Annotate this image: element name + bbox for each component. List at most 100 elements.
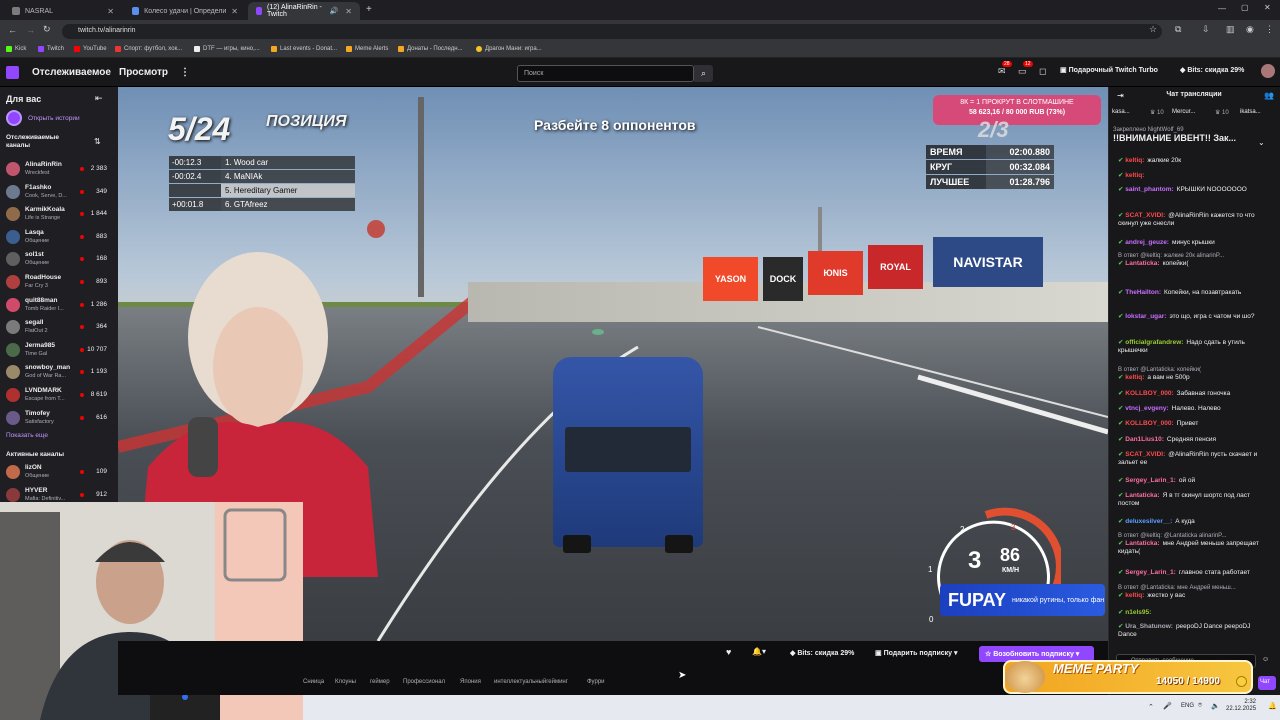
stream-tag[interactable]: Фурри bbox=[587, 679, 605, 685]
new-tab-icon[interactable]: + bbox=[366, 4, 372, 15]
chat-username[interactable]: Sergey_Larin_1: bbox=[1125, 569, 1176, 576]
notification-bell-icon[interactable]: 🔔▾ bbox=[752, 647, 766, 656]
chat-message[interactable]: В ответ @Lantaticka: мне Андрей меньш...… bbox=[1118, 584, 1266, 600]
profile-icon[interactable]: ◉ bbox=[1246, 24, 1254, 35]
chat-username[interactable]: andrej_geuze: bbox=[1125, 239, 1169, 246]
bits-button[interactable]: ◆ Bits: скидка 29% bbox=[1180, 66, 1244, 74]
mic-icon[interactable]: 🎤 bbox=[1163, 702, 1172, 710]
chat-username[interactable]: keltiq: bbox=[1125, 172, 1144, 179]
browser-tab-twitch[interactable]: (12) AlinaRinRin - Twitch 🔊 ✕ bbox=[248, 2, 360, 20]
chat-username[interactable]: SCAT_XVIDI: bbox=[1125, 451, 1165, 458]
chat-username[interactable]: deluxesilver__: bbox=[1125, 518, 1172, 525]
twitch-logo-icon[interactable] bbox=[6, 66, 19, 79]
close-tab-icon[interactable]: ✕ bbox=[107, 7, 114, 16]
nav-following[interactable]: Отслеживаемое bbox=[32, 67, 111, 78]
chat-username[interactable]: Sergey_Larin_1: bbox=[1125, 477, 1176, 484]
reload-icon[interactable]: ↻ bbox=[43, 24, 51, 35]
network-icon[interactable]: ⌾ bbox=[1198, 702, 1202, 710]
expand-pinned-icon[interactable]: ⌄ bbox=[1258, 138, 1265, 147]
notification-center-icon[interactable]: 🔔 bbox=[1268, 702, 1277, 710]
gifter[interactable]: kasa... bbox=[1112, 109, 1130, 115]
taskbar-clock[interactable]: 2:32 22.12.2025 bbox=[1226, 699, 1256, 713]
chat-message[interactable]: ✔ andrej_geuze: минус крышки bbox=[1118, 239, 1266, 247]
gift-sub-button[interactable]: ▣ Подарить подписку ▾ bbox=[875, 649, 958, 657]
search-input[interactable]: Поиск bbox=[517, 65, 694, 82]
close-window-icon[interactable]: ✕ bbox=[1264, 3, 1271, 12]
bookmark-donat[interactable]: Last events - Donat... bbox=[271, 46, 337, 52]
stream-tag[interactable]: Клоуны bbox=[335, 679, 356, 685]
audio-icon[interactable]: 🔊 bbox=[330, 7, 339, 15]
chat-message[interactable]: ✔ lokstar_ugar: это що, игра с чатом чи ш… bbox=[1118, 313, 1266, 321]
user-avatar[interactable] bbox=[1261, 64, 1275, 78]
chat-message[interactable]: ✔ keltiq: bbox=[1118, 172, 1266, 180]
sidepanel-icon[interactable]: ▥ bbox=[1226, 24, 1235, 35]
maximize-window-icon[interactable]: ▢ bbox=[1241, 3, 1249, 12]
whispers-icon[interactable]: ◻ bbox=[1039, 66, 1046, 77]
browser-tab-wheel[interactable]: Колесо удачи | Определите по... ✕ bbox=[124, 2, 246, 20]
sidebar-channel[interactable]: RoadHouse Far Cry 3 893 bbox=[0, 272, 118, 294]
bookmark-dragon[interactable]: Драгон Мани: игра... bbox=[476, 46, 542, 52]
chat-message[interactable]: В ответ @keltiq: жалкие 20к alinarinP...… bbox=[1118, 252, 1266, 268]
chat-username[interactable]: Dan1Lius10: bbox=[1125, 436, 1164, 443]
stories-avatar[interactable] bbox=[6, 110, 22, 126]
sidebar-channel[interactable]: sol1st Общение 168 bbox=[0, 249, 118, 271]
bookmark-kick[interactable]: Kick bbox=[6, 46, 26, 52]
follow-heart-icon[interactable]: ♥ bbox=[726, 647, 740, 661]
minimize-window-icon[interactable]: — bbox=[1218, 4, 1226, 13]
chat-message[interactable]: В ответ @keltiq: @Lantaticka alinarinP..… bbox=[1118, 532, 1266, 557]
stream-tag[interactable]: Сниица bbox=[303, 679, 324, 685]
chat-message[interactable]: ✔ SCAT_XVIDI: @AlinaRinRin кажется то что… bbox=[1118, 212, 1266, 228]
stream-tag[interactable]: Профессионал bbox=[403, 679, 445, 685]
chat-send-button[interactable]: Чат bbox=[1258, 676, 1276, 690]
browser-menu-icon[interactable]: ⋮ bbox=[1265, 24, 1274, 35]
pinned-message[interactable]: Закреплено NightWolf_69 !!ВНИМАНИЕ ИВЕНТ… bbox=[1113, 127, 1273, 151]
bookmark-dtf[interactable]: DTF — игры, кино,... bbox=[194, 46, 260, 52]
chat-username[interactable]: lokstar_ugar: bbox=[1125, 313, 1166, 320]
sidebar-channel[interactable]: KarmikKoala Life is Strange 1 844 bbox=[0, 204, 118, 226]
stream-tag[interactable]: интеллектуальныйгейминг bbox=[494, 679, 568, 685]
bookmark-donaty[interactable]: Донаты - Последн... bbox=[398, 46, 463, 52]
chat-username[interactable]: KOLLBOY_000: bbox=[1125, 390, 1173, 397]
forward-icon[interactable]: → bbox=[26, 25, 35, 35]
show-more-link[interactable]: Показать еще bbox=[6, 432, 48, 439]
active-channel[interactable]: lizON Общение 109 bbox=[0, 462, 118, 484]
sidebar-channel[interactable]: segall FlatOut 2 364 bbox=[0, 317, 118, 339]
chat-message[interactable]: ✔ TheHailton: Копейки, на позавтракать bbox=[1118, 289, 1266, 297]
sidebar-channel[interactable]: Jerma985 Time Gal 10 707 bbox=[0, 340, 118, 362]
chat-message[interactable]: ✔ deluxesilver__: А куда bbox=[1118, 518, 1266, 526]
chat-message[interactable]: ✔ Dan1Lius10: Средняя пенсия bbox=[1118, 436, 1266, 444]
gifter[interactable]: Mercur... bbox=[1172, 109, 1195, 115]
close-tab-icon[interactable]: ✕ bbox=[345, 7, 352, 16]
chat-message[interactable]: ✔ Lantaticka: Я в тг скинул шортс под лас… bbox=[1118, 492, 1266, 508]
open-stories-link[interactable]: Открыть истории bbox=[28, 115, 80, 122]
chat-message[interactable]: ✔ keltiq: жалкие 20к bbox=[1118, 157, 1266, 165]
chat-message[interactable]: ✔ Sergey_Larin_1: главное стата работает bbox=[1118, 569, 1266, 577]
chat-username[interactable]: vtncj_evgeny: bbox=[1125, 405, 1168, 412]
url-field[interactable]: twitch.tv/alinarinrin bbox=[62, 24, 1162, 39]
chat-username[interactable]: keltiq: bbox=[1125, 374, 1144, 381]
bookmark-youtube[interactable]: YouTube bbox=[74, 46, 107, 52]
collapse-sidebar-icon[interactable]: ⇤ bbox=[95, 93, 103, 104]
chat-username[interactable]: SCAT_XVIDI: bbox=[1125, 212, 1165, 219]
stream-tag[interactable]: Япония bbox=[460, 679, 481, 685]
chat-message[interactable]: ✔ vtncj_evgeny: Налево. Налево bbox=[1118, 405, 1266, 413]
chat-username[interactable]: officialgrafandrew: bbox=[1125, 339, 1183, 346]
tray-chevron-icon[interactable]: ⌃ bbox=[1148, 703, 1154, 711]
chat-message[interactable]: ✔ saint_phantom: КРЫШКИ NOOOOOOO bbox=[1118, 186, 1266, 194]
emote-picker-icon[interactable]: ☺ bbox=[1262, 656, 1269, 663]
turbo-gift-button[interactable]: ▣ Подарочный Twitch Turbo bbox=[1060, 66, 1158, 74]
chat-username[interactable]: saint_phantom: bbox=[1125, 186, 1173, 193]
sidebar-channel[interactable]: LVNDMARK Escape from T... 8 619 bbox=[0, 385, 118, 407]
bookmark-sport[interactable]: Спорт: футбол, хок... bbox=[115, 46, 182, 52]
nav-browse[interactable]: Просмотр bbox=[119, 67, 168, 78]
chat-message[interactable]: ✔ officialgrafandrew: Надо сдать в утиль … bbox=[1118, 339, 1266, 355]
sort-icon[interactable]: ⇅ bbox=[94, 137, 101, 146]
gifter[interactable]: ikatsa... bbox=[1240, 109, 1261, 115]
bits-discount-button[interactable]: ◆ Bits: скидка 29% bbox=[790, 649, 854, 657]
chat-username[interactable]: Lantaticka: bbox=[1125, 492, 1159, 499]
notifications-icon[interactable]: ✉ 28 bbox=[998, 61, 1012, 77]
chat-message[interactable]: ✔ Ura_Shatunow: peepoDJ Dance peepoDJ Dan… bbox=[1118, 623, 1266, 639]
chat-username[interactable]: n1els95: bbox=[1125, 609, 1151, 616]
chat-message[interactable]: ✔ SCAT_XVIDI: @AlinaRinRin пусть скачает … bbox=[1118, 451, 1266, 467]
language-indicator[interactable]: ENG bbox=[1181, 703, 1194, 709]
